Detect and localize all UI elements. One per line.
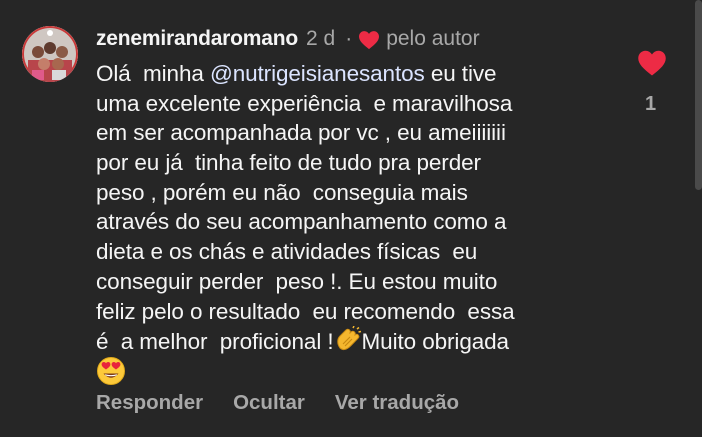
avatar-photo (22, 26, 78, 82)
comment-line: conseguir perder peso !. Eu estou muito (96, 268, 498, 294)
comment-line: em ser acompanhada por vc , eu ameiiiiii… (96, 120, 506, 146)
like-count: 1 (645, 93, 657, 115)
comment-line: é a melhor proficional ! Muito obrigada (96, 325, 616, 356)
comment-text-segment: eu tive (424, 61, 497, 86)
translate-button[interactable]: Ver tradução (335, 391, 459, 415)
comment-line: por eu já tinha feito de tudo pra perder (96, 150, 481, 176)
comment-line: peso , porém eu não conseguia mais (96, 179, 468, 205)
comment-text-segment: é a melhor proficional ! (96, 329, 334, 355)
avatar[interactable] (22, 26, 78, 82)
comment-line: uma excelente experiência e maravilhosa (96, 90, 513, 116)
comment-text-segment: Muito obrigada (361, 329, 510, 355)
comment-line: dieta e os chás e atividades físicas eu (96, 239, 478, 265)
comment-line: através do seu acompanhamento como a (96, 209, 507, 235)
heart-icon[interactable] (637, 49, 667, 77)
separator: · (345, 27, 353, 50)
comment-line: feliz pelo o resultado eu recomendo essa (96, 298, 515, 324)
heart-icon (358, 30, 380, 50)
comment-panel: zenemirandaromano 2 d · pelo autor Olá m… (0, 0, 702, 437)
liked-by-author-label: pelo autor (386, 27, 480, 50)
heart-eyes-emoji (96, 356, 126, 394)
reply-button[interactable]: Responder (96, 391, 203, 415)
clapping-hands-emoji (334, 325, 362, 362)
comment-line: Olá minha @nutrigeisianesantos eu tive (96, 59, 616, 89)
comment-actions: Responder Ocultar Ver tradução (96, 391, 489, 415)
timestamp: 2 d (306, 27, 336, 50)
scrollbar[interactable] (695, 0, 702, 190)
comment-text-segment: Olá minha (96, 61, 210, 86)
mention-link[interactable]: @nutrigeisianesantos (210, 61, 425, 86)
comment-header: zenemirandaromano 2 d · pelo autor (96, 27, 480, 51)
hide-button[interactable]: Ocultar (233, 391, 305, 415)
comment-text: Olá minha @nutrigeisianesantos eu tive u… (96, 59, 616, 386)
username[interactable]: zenemirandaromano (96, 27, 298, 51)
